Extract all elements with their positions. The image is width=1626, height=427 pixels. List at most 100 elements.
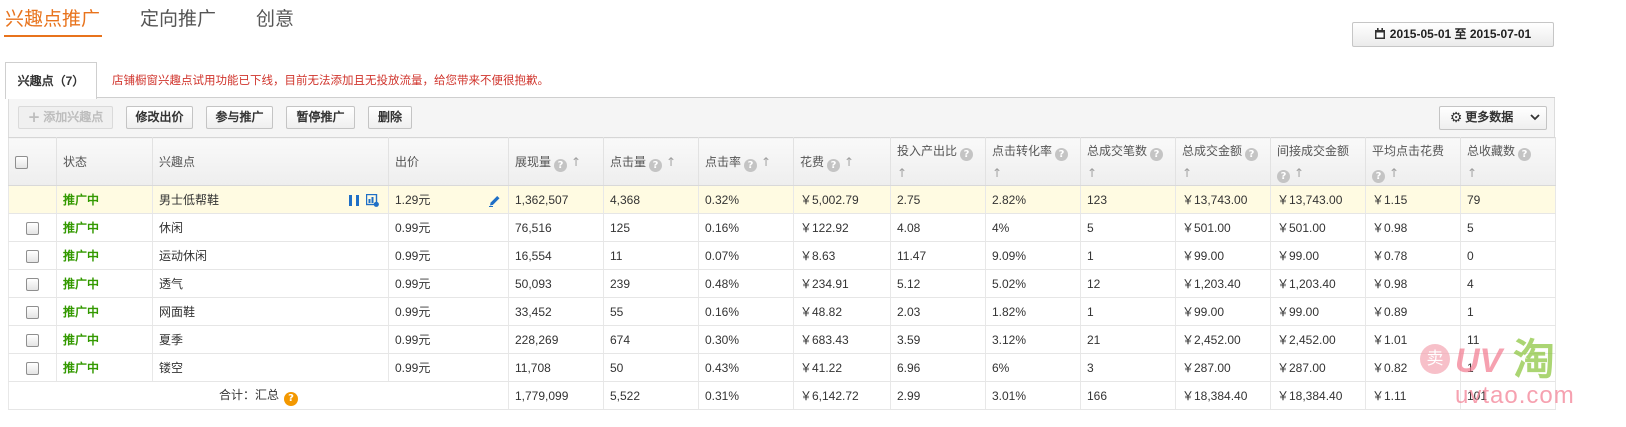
help-icon[interactable]: ?	[1055, 147, 1069, 161]
indirect-gmv-value: ￥287.00	[1277, 361, 1326, 375]
help-icon[interactable]: ?	[1150, 147, 1164, 161]
clicks-cell: 4,368	[603, 185, 699, 214]
column-header-impressions[interactable]: 展现量? ↑	[508, 137, 604, 186]
table-row[interactable]: 推广中 运动休闲 0.99元 16,554 11 0.07% ￥8.63 11.47 9.09%…	[8, 241, 1556, 270]
favorites-cell: 11	[1460, 325, 1556, 354]
sort-asc-icon[interactable]: ↑	[1294, 162, 1304, 184]
indirect-gmv-cell: ￥2,452.00	[1270, 325, 1366, 354]
row-select-cell[interactable]	[8, 185, 57, 214]
sort-asc-icon[interactable]: ↑	[1389, 162, 1399, 184]
more-data-button[interactable]: ⚙ 更多数据	[1439, 106, 1524, 130]
total-cost-value: ￥6,142.72	[800, 389, 859, 403]
delete-button[interactable]: 删除	[368, 106, 412, 129]
bid-value: 0.99元	[395, 221, 431, 235]
row-checkbox[interactable]	[26, 249, 39, 263]
status-label: 推广中	[63, 221, 100, 235]
cvr-value: 9.09%	[992, 248, 1027, 263]
help-icon[interactable]: ?	[284, 391, 298, 406]
total-impressions-cell: 1,779,099	[508, 381, 604, 410]
select-all-cell[interactable]	[8, 137, 57, 186]
ctr-value: 0.32%	[705, 192, 740, 207]
row-checkbox[interactable]	[26, 221, 39, 235]
orders-value: 3	[1087, 360, 1094, 375]
table-row[interactable]: 推广中 夏季 0.99元 228,269 674 0.30% ￥683.43 3.59 3.12…	[8, 325, 1556, 354]
pause-promotion-button[interactable]: 暂停推广	[286, 106, 355, 129]
help-icon[interactable]: ?	[1277, 169, 1290, 183]
column-header-gmv[interactable]: 总成交金额? ↑	[1175, 137, 1271, 186]
ctr-cell: 0.48%	[698, 269, 794, 298]
more-data-dropdown-button[interactable]	[1523, 106, 1547, 130]
column-header-label: 出价	[395, 154, 420, 169]
help-icon[interactable]: ?	[827, 158, 841, 172]
sort-asc-icon[interactable]: ↑	[897, 162, 907, 184]
orders-value: 21	[1087, 332, 1101, 347]
help-icon[interactable]: ?	[649, 158, 663, 172]
help-icon[interactable]: ?	[1518, 147, 1532, 161]
column-header-roi[interactable]: 投入产出比? ↑	[890, 137, 986, 186]
row-checkbox[interactable]	[26, 333, 39, 347]
row-select-cell[interactable]	[8, 353, 57, 382]
column-header-favorites[interactable]: 总收藏数? ↑	[1460, 137, 1556, 186]
tab-interest-point-promotion[interactable]: 兴趣点推广	[5, 7, 100, 33]
row-checkbox[interactable]	[26, 305, 39, 319]
sort-asc-icon[interactable]: ↑	[571, 151, 581, 173]
help-icon[interactable]: ?	[1372, 169, 1385, 183]
tab-creative[interactable]: 创意	[256, 7, 294, 33]
row-select-cell[interactable]	[8, 241, 57, 270]
tab-interest-points[interactable]: 兴趣点（7）	[5, 62, 97, 99]
roi-cell: 5.12	[890, 269, 986, 298]
chart-icon[interactable]	[365, 193, 379, 207]
help-icon[interactable]: ?	[744, 158, 758, 172]
table-row[interactable]: 推广中 透气 0.99元 50,093 239 0.48% ￥234.91 5.12 5.02%…	[8, 269, 1556, 298]
sort-asc-icon[interactable]: ↑	[761, 151, 771, 173]
column-header-cvr[interactable]: 点击转化率? ↑	[985, 137, 1081, 186]
help-icon[interactable]: ?	[960, 147, 974, 161]
clicks-value: 50	[610, 360, 624, 375]
row-checkbox[interactable]	[26, 361, 39, 375]
cpc-cell: ￥0.82	[1365, 353, 1461, 382]
table-row[interactable]: 推广中 男士低帮鞋 1.29元 1,362,507 4,368 0.32% ￥5,002.7…	[8, 185, 1556, 214]
sort-asc-icon[interactable]: ↑	[1182, 162, 1192, 184]
column-header-bid: 出价	[388, 137, 509, 186]
column-header-cpc[interactable]: 平均点击花费? ↑	[1365, 137, 1461, 186]
sort-asc-icon[interactable]: ↑	[666, 151, 676, 173]
table-row[interactable]: 推广中 网面鞋 0.99元 33,452 55 0.16% ￥48.82 2.03 1.82% 1…	[8, 297, 1556, 326]
pause-icon[interactable]	[349, 195, 359, 206]
help-icon[interactable]: ?	[554, 158, 568, 172]
status-label: 推广中	[63, 333, 100, 347]
date-range-button[interactable]: 2015-05-01 至 2015-07-01	[1352, 22, 1554, 47]
select-all-checkbox[interactable]	[15, 155, 28, 169]
add-interest-point-button[interactable]: + 添加兴趣点	[18, 106, 113, 129]
indirect-gmv-cell: ￥501.00	[1270, 213, 1366, 242]
sort-asc-icon[interactable]: ↑	[992, 162, 1002, 184]
row-select-cell[interactable]	[8, 325, 57, 354]
ctr-cell: 0.30%	[698, 325, 794, 354]
row-select-cell[interactable]	[8, 213, 57, 242]
edit-bid-button[interactable]: 修改出价	[126, 106, 193, 129]
column-header-orders[interactable]: 总成交笔数? ↑	[1080, 137, 1176, 186]
status-cell: 推广中	[56, 353, 153, 382]
sort-asc-icon[interactable]: ↑	[1087, 162, 1097, 184]
clicks-cell: 55	[603, 297, 699, 326]
orders-cell: 21	[1080, 325, 1176, 354]
indirect-gmv-cell: ￥99.00	[1270, 297, 1366, 326]
sort-asc-icon[interactable]: ↑	[844, 151, 854, 173]
column-header-cost[interactable]: 花费? ↑	[793, 137, 891, 186]
sort-asc-icon[interactable]: ↑	[1467, 162, 1477, 184]
row-checkbox[interactable]	[26, 277, 39, 291]
gmv-value: ￥13,743.00	[1182, 193, 1248, 207]
column-header-ctr[interactable]: 点击率? ↑	[698, 137, 794, 186]
favorites-cell: 79	[1460, 185, 1556, 214]
edit-icon[interactable]	[488, 194, 501, 207]
cost-value: ￥5,002.79	[800, 193, 859, 207]
table-row[interactable]: 推广中 镂空 0.99元 11,708 50 0.43% ￥41.22 6.96 6% 3 ￥287…	[8, 353, 1556, 382]
row-select-cell[interactable]	[8, 297, 57, 326]
cost-value: ￥122.92	[800, 221, 849, 235]
column-header-indirect-gmv[interactable]: 间接成交金额? ↑	[1270, 137, 1366, 186]
table-row[interactable]: 推广中 休闲 0.99元 76,516 125 0.16% ￥122.92 4.08 4% 5 ￥5…	[8, 213, 1556, 242]
tab-targeted-promotion[interactable]: 定向推广	[140, 7, 216, 33]
join-promotion-button[interactable]: 参与推广	[206, 106, 273, 129]
row-select-cell[interactable]	[8, 269, 57, 298]
help-icon[interactable]: ?	[1245, 147, 1259, 161]
column-header-clicks[interactable]: 点击量? ↑	[603, 137, 699, 186]
